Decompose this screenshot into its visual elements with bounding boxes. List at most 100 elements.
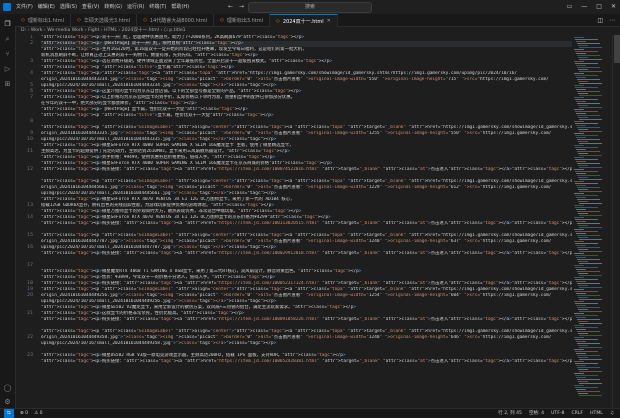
minimap-line — [575, 171, 598, 172]
tab-file-5-active[interactable]: ◇ 2024双十一.html ✕ — [270, 14, 338, 27]
minimap-line — [577, 43, 600, 44]
minimap-line — [574, 205, 584, 206]
close-icon[interactable]: ✕ — [611, 3, 616, 11]
minimap-line — [578, 129, 588, 130]
minimap-line — [574, 301, 584, 302]
minimap-line — [579, 131, 602, 132]
close-tab-icon[interactable]: ✕ — [327, 18, 331, 24]
minimap-line — [579, 95, 602, 96]
minimap-line — [577, 55, 600, 56]
minimap-line — [576, 389, 586, 390]
minimap-line — [576, 185, 586, 186]
line-number-gutter: 1 2 3 4 5 6 7 8 9 10 11 12 13 14 15 16 17 18 19 20 21 22 23 — [15, 35, 37, 408]
maximize-icon[interactable]: □ — [596, 3, 602, 11]
minimap-line — [578, 81, 588, 82]
minimap-line — [577, 295, 600, 296]
minimap-line — [578, 201, 588, 202]
minimap-line — [576, 41, 586, 42]
minimap-line — [574, 229, 584, 230]
vertical-scrollbar[interactable] — [612, 35, 620, 408]
minimap-line — [575, 231, 598, 232]
code-line[interactable]: "attr">class="tagc"><p>购买链接："attr">class… — [41, 359, 572, 365]
minimap-line — [576, 53, 586, 54]
minimap-line — [575, 351, 598, 352]
minimap-line — [579, 71, 602, 72]
menu-view[interactable]: 查看(V) — [82, 3, 99, 11]
line-number: 13 — [27, 203, 33, 208]
minimap-line — [577, 355, 600, 356]
layout-icon[interactable]: ▭ — [567, 3, 573, 11]
menu-run[interactable]: 运行(R) — [127, 3, 144, 11]
minimize-icon[interactable]: — — [581, 3, 587, 11]
window-controls: ▭ — □ ✕ — [567, 3, 616, 11]
minimap-line — [577, 307, 600, 308]
more-actions-icon[interactable]: ⋯ — [609, 17, 615, 24]
minimap-line — [577, 259, 600, 260]
search-icon[interactable]: ⌕ — [3, 35, 12, 44]
minimap-line — [578, 261, 588, 262]
account-icon[interactable]: ◯ — [3, 384, 12, 393]
minimap-line — [575, 63, 598, 64]
menu-file[interactable]: 文件(F) — [16, 3, 33, 11]
menu-selection[interactable]: 选择(S) — [60, 3, 77, 11]
scrollbar-thumb[interactable] — [614, 35, 620, 63]
gear-icon[interactable]: ⚙ — [3, 398, 12, 407]
minimap-line — [576, 377, 586, 378]
minimap-line — [575, 219, 598, 220]
back-arrow-icon[interactable]: ← — [228, 3, 233, 11]
minimap-line — [576, 305, 586, 306]
breadcrumb[interactable]: D: › Work › We-media Work › Fight › HTML… — [15, 27, 586, 35]
minimap-line — [577, 343, 600, 344]
minimap-line — [577, 211, 600, 212]
line-number: 12 — [27, 167, 33, 172]
vscode-logo-icon — [3, 3, 11, 11]
minimap-line — [578, 297, 588, 298]
menu-terminal[interactable]: 终端(T) — [149, 3, 166, 11]
minimap-line — [575, 303, 598, 304]
source-control-icon[interactable]: ⑂ — [3, 50, 12, 59]
minimap-line — [578, 45, 588, 46]
minimap-line — [577, 319, 600, 320]
menu-edit[interactable]: 编辑(E) — [38, 3, 55, 11]
minimap-line — [574, 289, 584, 290]
extensions-icon[interactable]: ⊞ — [3, 80, 12, 89]
tab-file-2[interactable]: ◇ 华硕天选极光3.html — [71, 14, 138, 26]
run-debug-icon[interactable]: ▷ — [3, 65, 12, 74]
minimap-line — [578, 177, 588, 178]
minimap-line — [577, 391, 600, 392]
minimap-line — [578, 237, 588, 238]
minimap-line — [577, 331, 600, 332]
minimap-line — [574, 49, 584, 50]
minimap-line — [577, 67, 600, 68]
minimap-line — [577, 127, 600, 128]
minimap-line — [574, 253, 584, 254]
tab-label: 2024双十一.html — [282, 18, 324, 25]
minimap-line — [575, 243, 598, 244]
line-number: 10 — [27, 137, 33, 142]
menu-help[interactable]: 帮助(H) — [171, 3, 189, 11]
forward-arrow-icon[interactable]: → — [239, 3, 244, 11]
minimap-line — [579, 155, 602, 156]
minimap-line — [578, 189, 588, 190]
code-editor[interactable]: 1 2 3 4 5 6 7 8 9 10 11 12 13 14 15 16 17 18 19 20 21 22 23 "a… — [15, 35, 572, 408]
explorer-icon[interactable]: ❐ — [3, 20, 12, 29]
command-center-search[interactable]: 搜索 — [248, 2, 372, 13]
tab-label: 华硕天选极光3.html — [83, 17, 131, 24]
minimap-line — [575, 147, 598, 148]
code-area[interactable]: "attr">class="tagc"><p>双十一开门红，后面硬件优惠盘点，助… — [41, 35, 572, 408]
tab-file-1[interactable]: ◇ 理新标出1.html — [15, 14, 72, 26]
line-number: 11 — [27, 149, 33, 154]
minimap-line — [575, 279, 598, 280]
minimap-line — [574, 349, 584, 350]
tab-file-4[interactable]: ◇ 理新标出3.html — [214, 14, 271, 26]
tab-file-3[interactable]: ◇ 14代酷睿大战8000.html — [137, 14, 214, 26]
minimap-line — [575, 375, 598, 376]
minimap-line — [577, 79, 600, 80]
minimap-line — [574, 277, 584, 278]
split-editor-icon[interactable]: ◫ — [597, 17, 603, 24]
minimap-line — [575, 267, 598, 268]
minimap[interactable] — [572, 35, 612, 408]
minimap-line — [577, 151, 600, 152]
minimap-line — [575, 51, 598, 52]
menu-go[interactable]: 转到(G) — [104, 3, 122, 11]
